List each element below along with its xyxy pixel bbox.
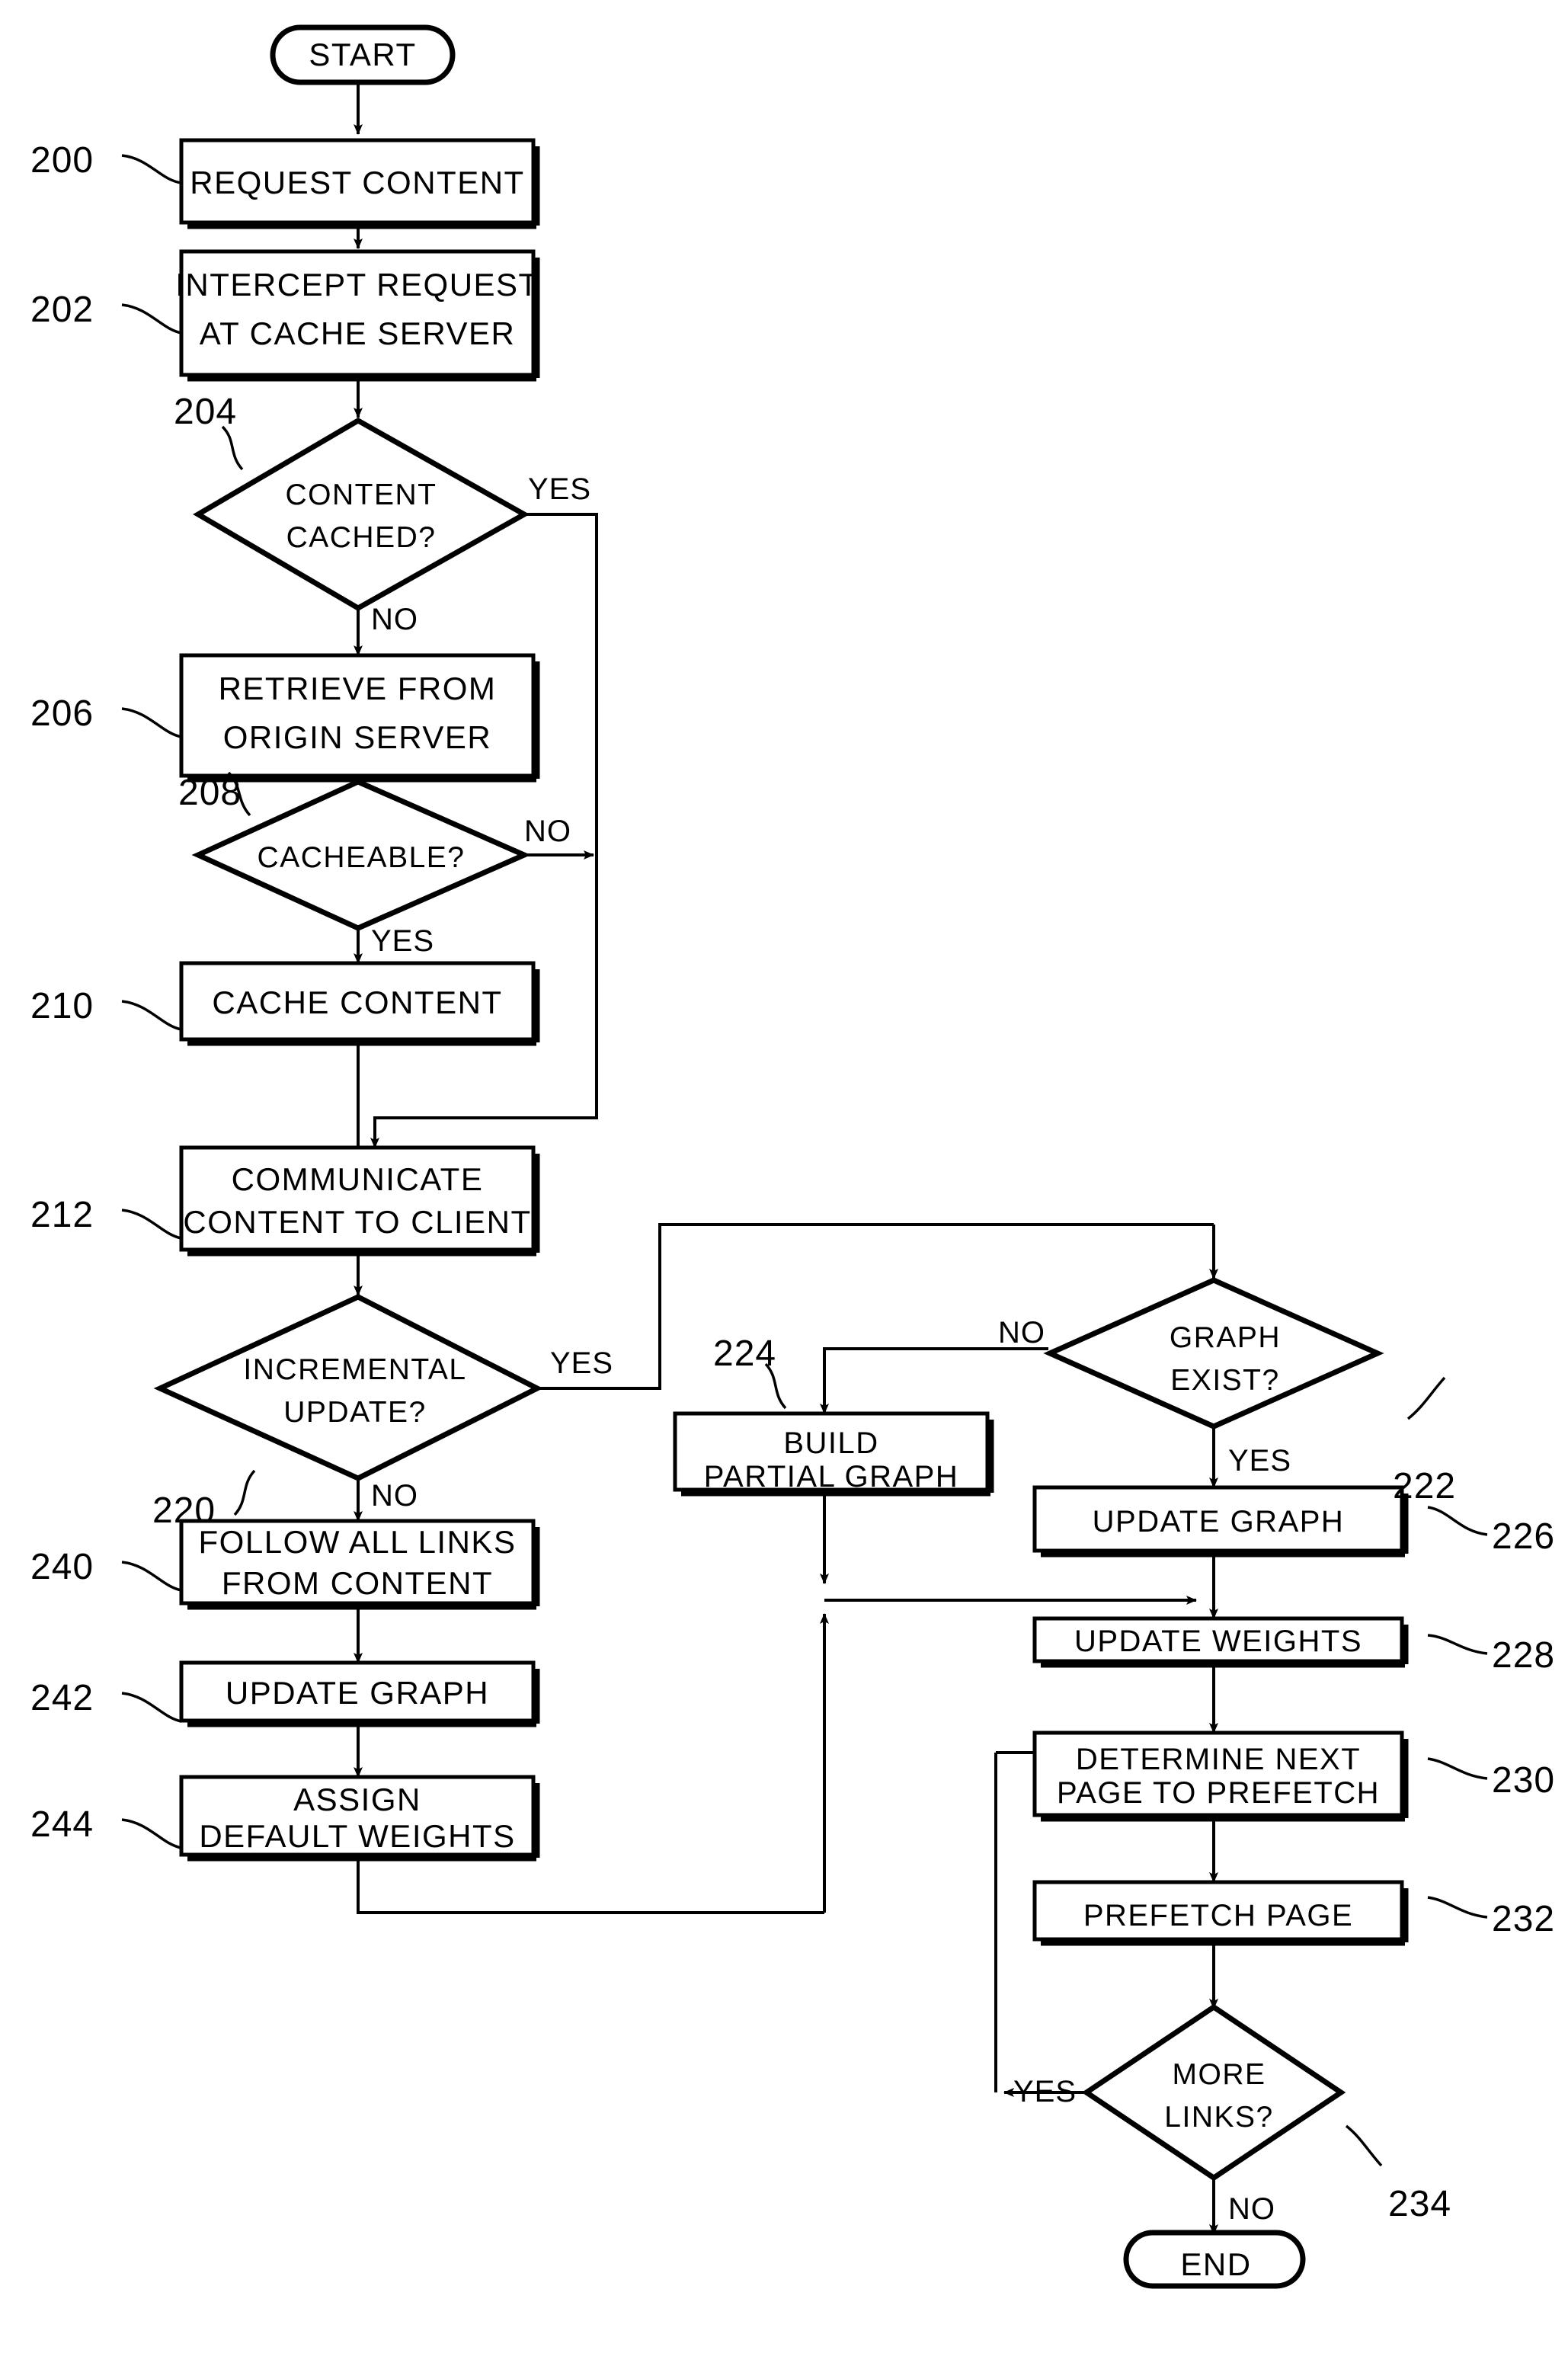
box-244-line-2: DEFAULT WEIGHTS <box>199 1818 515 1854</box>
ref-228: 228 <box>1492 1635 1555 1676</box>
diamond-220 <box>153 1294 543 1481</box>
box-230-line-1: DETERMINE NEXT <box>1076 1743 1361 1776</box>
box-240-line-2: FROM CONTENT <box>222 1565 493 1601</box>
box-212-line-2: CONTENT TO CLIENT <box>183 1204 531 1240</box>
box-226-line-1: UPDATE GRAPH <box>1093 1505 1345 1538</box>
ref-200: 200 <box>30 140 94 181</box>
diamond-220-line-1: INCREMENTAL <box>243 1353 466 1386</box>
box-224-line-1: BUILD <box>783 1426 878 1460</box>
ref-242: 242 <box>30 1678 94 1718</box>
edge-label-222-no: NO <box>998 1316 1045 1349</box>
edge-label-208-yes: YES <box>371 924 434 958</box>
ref-202: 202 <box>30 290 94 330</box>
box-206-line-1: RETRIEVE FROM <box>219 671 497 706</box>
box-224-line-2: PARTIAL GRAPH <box>704 1460 958 1494</box>
ref-210: 210 <box>30 986 94 1026</box>
ref-220: 220 <box>152 1490 216 1531</box>
box-244-line-1: ASSIGN <box>293 1782 421 1817</box>
ref-204: 204 <box>174 392 237 432</box>
ref-240: 240 <box>30 1547 94 1587</box>
diamond-208-line-1: CACHEABLE? <box>258 841 466 874</box>
box-230-line-2: PAGE TO PREFETCH <box>1057 1776 1380 1810</box>
ref-212: 212 <box>30 1195 94 1235</box>
box-240-line-1: FOLLOW ALL LINKS <box>199 1524 517 1560</box>
edge-label-222-yes: YES <box>1228 1444 1291 1478</box>
box-210-line-1: CACHE CONTENT <box>212 984 502 1020</box>
edge-222-no-to-224 <box>820 1347 1048 1414</box>
ref-224: 224 <box>713 1333 776 1374</box>
edge-label-220-no: NO <box>371 1479 418 1513</box>
edge-244-loop-right <box>357 1855 824 1914</box>
box-232-line-1: PREFETCH PAGE <box>1083 1899 1353 1932</box>
diamond-222-line-1: GRAPH <box>1170 1321 1281 1354</box>
box-202-line-1: INTERCEPT REQUEST <box>175 267 539 303</box>
ref-234: 234 <box>1388 2184 1451 2224</box>
diamond-204-line-2: CACHED? <box>286 521 437 554</box>
ref-226: 226 <box>1492 1516 1555 1557</box>
ref-208: 208 <box>178 773 242 813</box>
diamond-220-line-2: UPDATE? <box>283 1396 427 1429</box>
box-212-line-1: COMMUNICATE <box>232 1161 484 1197</box>
ref-206: 206 <box>30 693 94 734</box>
edge-label-220-yes: YES <box>550 1346 613 1380</box>
ref-230: 230 <box>1492 1760 1555 1801</box>
terminator-end-label: END <box>1180 2246 1251 2282</box>
box-242-line-1: UPDATE GRAPH <box>226 1675 489 1711</box>
edge-label-234-yes: YES <box>1013 2075 1077 2108</box>
ref-244: 244 <box>30 1804 94 1845</box>
ref-232: 232 <box>1492 1899 1555 1939</box>
edge-label-204-yes: YES <box>528 472 591 506</box>
box-206-line-2: ORIGIN SERVER <box>223 719 491 755</box>
diamond-204 <box>193 417 530 612</box>
diamond-222-line-2: EXIST? <box>1170 1364 1279 1397</box>
edge-label-208-no: NO <box>524 815 571 848</box>
box-200-line-1: REQUEST CONTENT <box>190 165 524 200</box>
terminator-start-label: START <box>309 37 416 72</box>
edge-label-234-no: NO <box>1228 2192 1275 2226</box>
ref-222: 222 <box>1393 1466 1456 1506</box>
diamond-234-line-2: LINKS? <box>1164 2101 1273 2134</box>
box-202-line-2: AT CACHE SERVER <box>200 315 516 351</box>
diamond-204-line-1: CONTENT <box>286 479 437 511</box>
box-228-line-1: UPDATE WEIGHTS <box>1074 1625 1362 1658</box>
patent-figure-sheet: START REQUEST CONTENT INTERCEPT REQUEST … <box>0 0 1568 2366</box>
diamond-234-line-1: MORE <box>1173 2058 1266 2091</box>
diamond-234 <box>1081 2003 1346 2182</box>
flowchart-canvas: START REQUEST CONTENT INTERCEPT REQUEST … <box>30 24 1555 2289</box>
edge-label-204-no: NO <box>371 603 418 636</box>
